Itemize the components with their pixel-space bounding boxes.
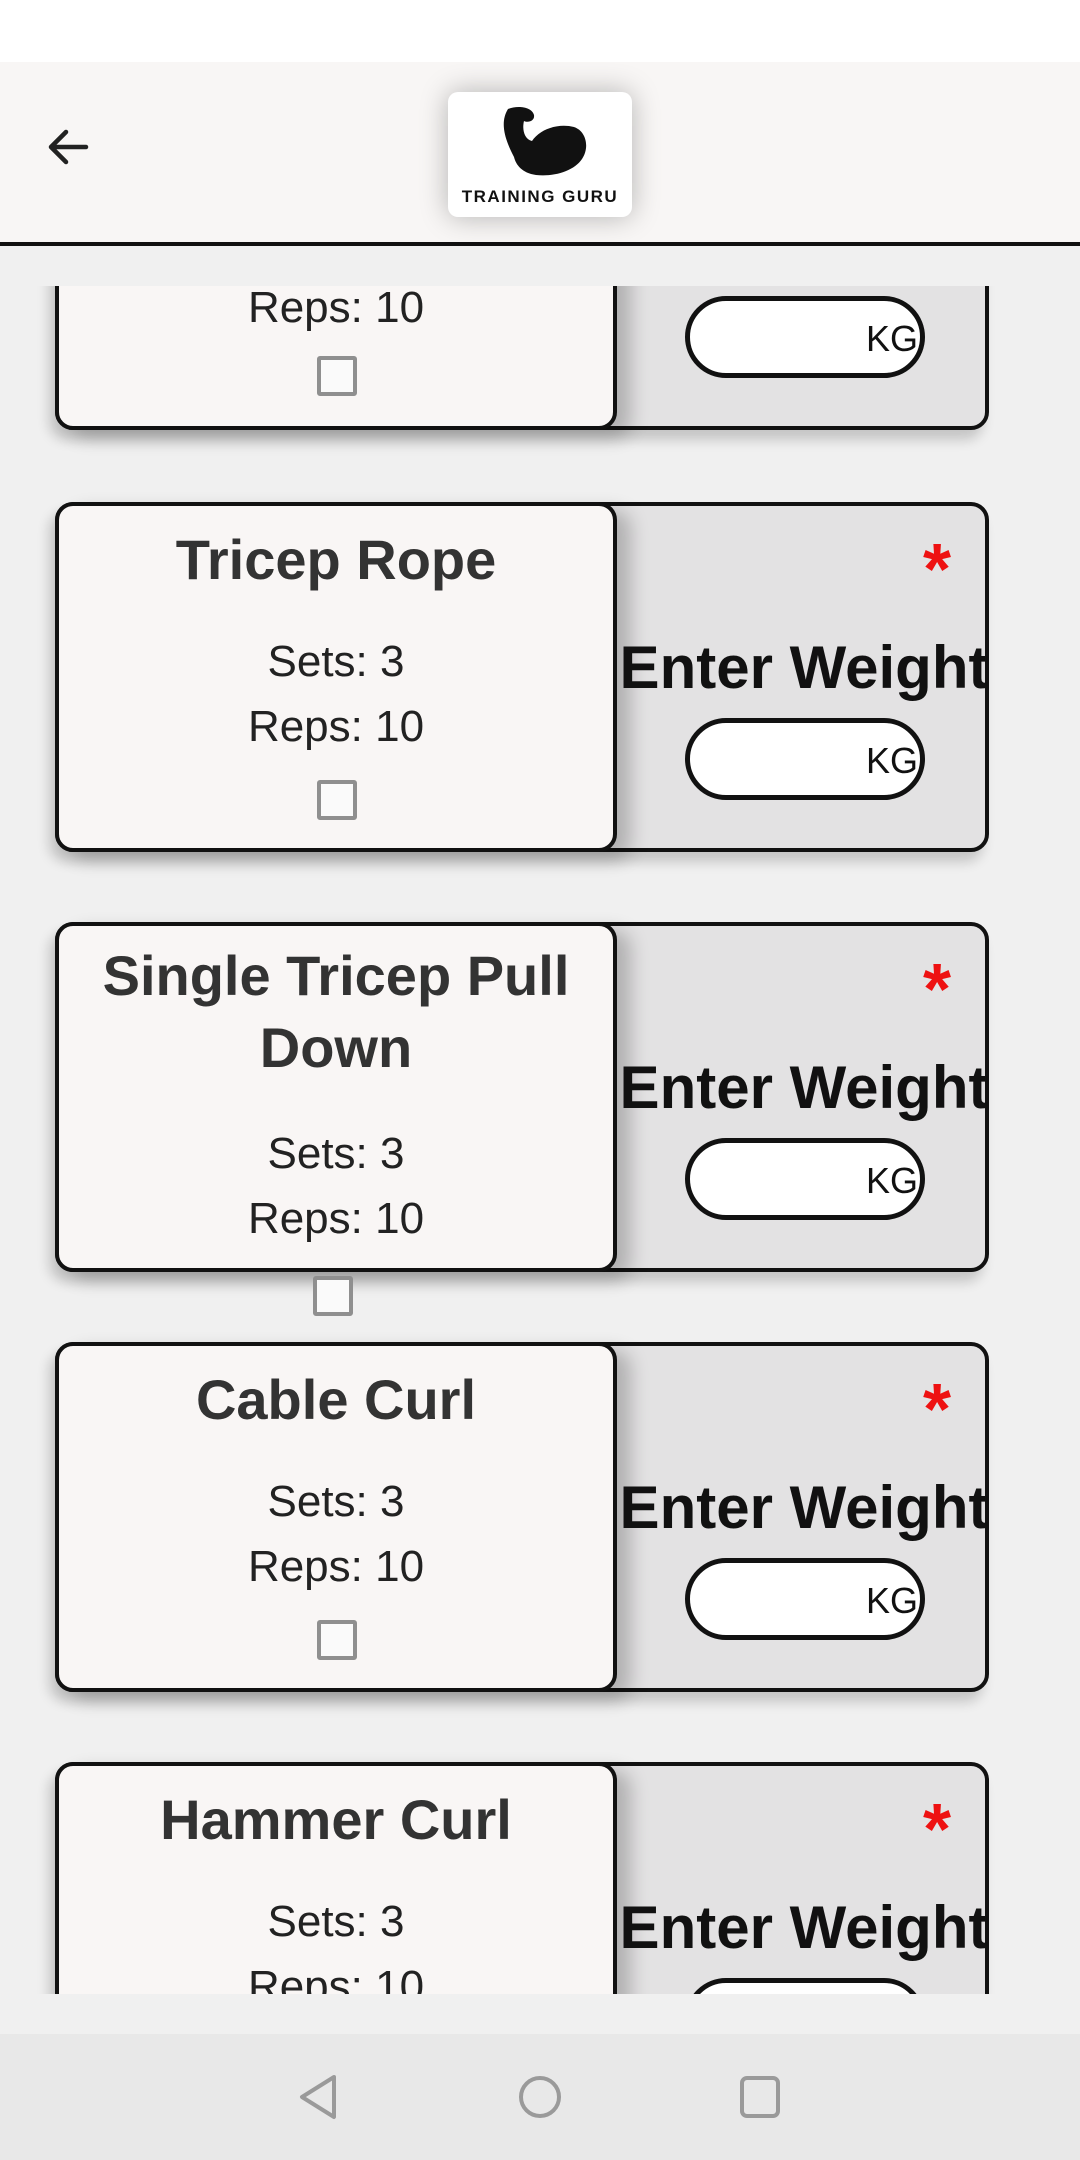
enter-weight-label: Enter Weight [619,1054,989,1121]
weight-field[interactable] [710,733,854,787]
triangle-back-icon[interactable] [296,2072,340,2122]
exercise-name: Tricep Rope [175,528,497,591]
weight-input[interactable]: KG [685,1978,925,1994]
unit-label: KG [865,1160,918,1201]
sets-label: Sets: 3 [267,1477,405,1526]
reps-label: Reps: 10 [247,1962,425,1994]
required-indicator: * [922,530,951,610]
enter-weight-label: Enter Weight [619,634,989,701]
exercise-info: Tricep Rope Sets: 3 Reps: 10 [55,502,617,852]
flexed-bicep-icon [503,106,587,175]
complete-checkbox[interactable] [317,1620,357,1660]
weight-field[interactable] [710,311,854,365]
system-nav-bar [0,2034,1080,2160]
exercise-name: Single Tricep Pull Down [102,944,570,1079]
logo-text: TRAINING GURU [461,186,619,206]
reps-label: Reps: 10 [247,702,425,751]
app-header: TRAINING GURU [0,62,1080,246]
reps-label: Reps: 10 [247,286,425,332]
exercise-info: Cable Curl Sets: 3 Reps: 10 [55,1342,617,1692]
complete-checkbox[interactable] [317,780,357,820]
weight-field[interactable] [710,1993,854,1994]
exercise-name: Hammer Curl [160,1788,512,1851]
sets-label: Sets: 3 [267,1129,405,1178]
weight-input[interactable]: KG [685,1138,925,1220]
required-indicator: * [922,1790,951,1870]
sets-label: Sets: 3 [267,1897,405,1946]
square-recents-icon[interactable] [738,2072,782,2122]
circle-home-icon[interactable] [516,2072,564,2122]
reps-label: Reps: 10 [247,1542,425,1591]
exercise-card: Single Tricep Pull Down Sets: 3 Reps: 10… [55,922,989,1272]
unit-label: KG [865,318,918,359]
status-bar [0,0,1080,62]
exercise-info: Reps: 10 [55,286,617,430]
enter-weight-label: Enter Weight [619,1474,989,1541]
unit-label: KG [865,1580,918,1621]
complete-checkbox[interactable] [317,356,357,396]
required-indicator: * [922,1370,951,1450]
required-indicator: * [922,950,951,1030]
complete-checkbox[interactable] [313,1276,353,1316]
app-logo: TRAINING GURU [448,92,632,217]
unit-label: KG [865,740,918,781]
weight-field[interactable] [710,1153,854,1207]
exercise-card: Tricep Rope Sets: 3 Reps: 10 * Enter Wei… [55,502,989,852]
exercise-card: Cable Curl Sets: 3 Reps: 10 * Enter Weig… [55,1342,989,1692]
sets-label: Sets: 3 [267,637,405,686]
weight-field[interactable] [710,1573,854,1627]
back-button[interactable] [38,117,98,177]
weight-input[interactable]: KG [685,1558,925,1640]
weight-input[interactable]: KG [685,718,925,800]
reps-label: Reps: 10 [247,1194,425,1243]
exercise-name: Cable Curl [195,1368,477,1431]
exercise-info: Single Tricep Pull Down Sets: 3 Reps: 10 [55,922,617,1272]
exercise-card: Reps: 10 KG [55,286,989,430]
exercise-info: Hammer Curl Sets: 3 Reps: 10 [55,1762,617,1994]
arrow-left-icon [48,129,89,165]
enter-weight-label: Enter Weight [619,1894,989,1961]
weight-input[interactable]: KG [685,296,925,378]
exercise-list[interactable]: Reps: 10 KG Tricep Rope Sets: 3 Reps: 10… [0,286,1080,1994]
exercise-card: Hammer Curl Sets: 3 Reps: 10 * Enter Wei… [55,1762,989,1994]
